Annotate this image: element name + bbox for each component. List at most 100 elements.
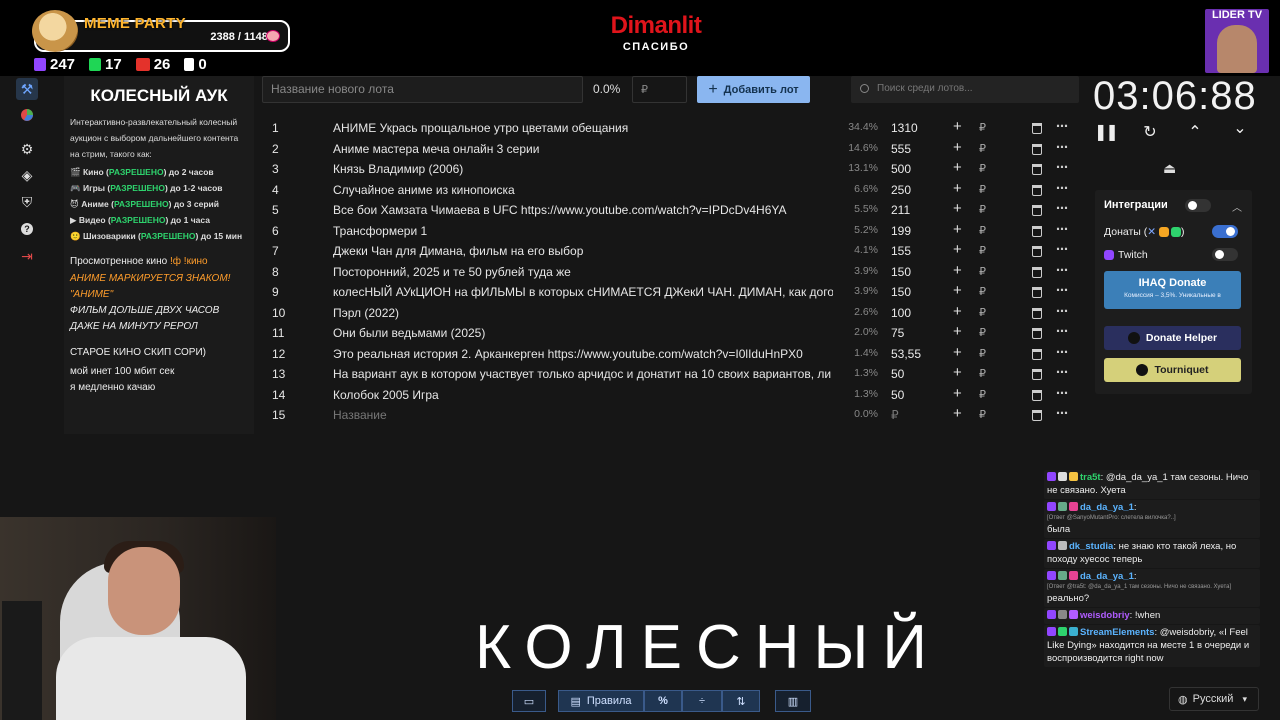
lot-row[interactable]: 8#3Посторонний, 2025 и те 50 рублей туда…	[262, 262, 1082, 283]
collapse-icon[interactable]: ⏏	[1163, 160, 1176, 177]
shield-icon[interactable]: ⛨	[16, 191, 38, 213]
ruble-icon[interactable]: ₽	[979, 326, 986, 339]
pause-icon[interactable]: ❚❚	[1094, 122, 1119, 142]
sort-button[interactable]: ⇅	[722, 690, 760, 712]
lot-name[interactable]: Случайное аниме из кинопоиска	[333, 183, 833, 197]
twitch-toggle[interactable]	[1212, 248, 1238, 261]
lot-amount[interactable]: 155	[891, 244, 911, 258]
archive-button[interactable]: ▭	[512, 690, 546, 712]
lot-amount[interactable]: ₽	[891, 408, 899, 422]
chevron-up-icon[interactable]: ⌃	[1184, 122, 1206, 142]
ihaq-donate-button[interactable]: IHAQ Donate Комиссия – 3,5%. Уникальные …	[1104, 271, 1241, 309]
more-icon[interactable]: ⋯	[1056, 324, 1069, 338]
language-select[interactable]: ◍ Русский ▾	[1169, 687, 1259, 711]
add-amount-icon[interactable]: +	[953, 344, 962, 361]
add-amount-icon[interactable]: +	[953, 241, 962, 258]
ruble-icon[interactable]: ₽	[979, 306, 986, 319]
layers-icon[interactable]: ◈	[16, 164, 38, 186]
lot-amount[interactable]: 500	[891, 162, 911, 176]
lot-amount[interactable]: 250	[891, 183, 911, 197]
logout-icon[interactable]: ⇥	[16, 245, 38, 267]
lot-row[interactable]: 4#12 Случайное аниме из кинопоиска6.6%25…	[262, 180, 1082, 201]
lot-amount[interactable]: 150	[891, 265, 911, 279]
lot-row[interactable]: 1#6АНИМЕ Укрась прощальное утро цветами …	[262, 118, 1082, 139]
more-icon[interactable]: ⋯	[1056, 181, 1069, 195]
ruble-icon[interactable]: ₽	[979, 203, 986, 216]
lot-amount[interactable]: 211	[891, 203, 910, 217]
more-icon[interactable]: ⋯	[1056, 386, 1069, 400]
add-amount-icon[interactable]: +	[953, 200, 962, 217]
ruble-icon[interactable]: ₽	[979, 408, 986, 421]
lot-amount[interactable]: 150	[891, 285, 911, 299]
ruble-icon[interactable]: ₽	[979, 244, 986, 257]
more-icon[interactable]: ⋯	[1056, 140, 1069, 154]
ruble-icon[interactable]: ₽	[979, 142, 986, 155]
lot-row[interactable]: 14#13 Колобок 2005 Игра1.3%50+₽⋯	[262, 385, 1082, 406]
chevron-up-icon[interactable]: ︿	[1232, 199, 1242, 214]
trash-icon[interactable]	[1032, 143, 1042, 155]
lot-row[interactable]: 12#16 Это реальная история 2. Арканкерге…	[262, 344, 1082, 365]
donate-helper-button[interactable]: Donate Helper	[1104, 326, 1241, 350]
add-amount-icon[interactable]: +	[953, 139, 962, 156]
trash-icon[interactable]	[1032, 348, 1042, 360]
add-lot-button[interactable]: + Добавить лот	[697, 76, 810, 103]
lot-row[interactable]: 10#4Пэрл (2022)2.6%100+₽⋯	[262, 303, 1082, 324]
trash-icon[interactable]	[1032, 266, 1042, 278]
percent-button[interactable]: %	[644, 690, 682, 712]
more-icon[interactable]: ⋯	[1056, 365, 1069, 379]
add-amount-icon[interactable]: +	[953, 323, 962, 340]
more-icon[interactable]: ⋯	[1056, 160, 1069, 174]
more-icon[interactable]: ⋯	[1056, 119, 1069, 133]
trash-icon[interactable]	[1032, 123, 1042, 134]
lot-name[interactable]: Они были ведьмами (2025)	[333, 326, 833, 340]
lot-amount[interactable]: 199	[891, 224, 911, 238]
trash-icon[interactable]	[1032, 164, 1042, 175]
lot-row[interactable]: 6#9Трансформери 15.2%199+₽⋯	[262, 221, 1082, 242]
add-amount-icon[interactable]: +	[953, 282, 962, 299]
ruble-icon[interactable]: ₽	[979, 121, 986, 134]
rules-button[interactable]: ▤ Правила	[558, 690, 644, 712]
integrations-toggle[interactable]	[1185, 199, 1211, 212]
ruble-icon[interactable]: ₽	[979, 183, 986, 196]
wheel-icon[interactable]	[16, 104, 38, 126]
ruble-icon[interactable]: ₽	[979, 388, 986, 401]
lot-name[interactable]: Название	[333, 408, 833, 422]
donations-toggle[interactable]	[1212, 225, 1238, 238]
more-icon[interactable]: ⋯	[1056, 304, 1069, 318]
lot-amount[interactable]: 53,55	[891, 347, 921, 361]
lot-name[interactable]: На вариант аук в котором участвует тольк…	[333, 367, 833, 381]
more-icon[interactable]: ⋯	[1056, 242, 1069, 256]
chevron-down-icon[interactable]: ⌄	[1229, 118, 1251, 138]
clear-button[interactable]: ▥	[775, 690, 811, 712]
trash-icon[interactable]	[1032, 307, 1042, 319]
tourniquet-button[interactable]: Tourniquet	[1104, 358, 1241, 382]
add-amount-icon[interactable]: +	[953, 303, 962, 320]
trash-icon[interactable]	[1032, 246, 1042, 257]
lot-amount[interactable]: 50	[891, 367, 904, 381]
lot-name[interactable]: Пэрл (2022)	[333, 306, 833, 320]
lot-name[interactable]: Князь Владимир (2006)	[333, 162, 833, 176]
lot-amount[interactable]: 75	[891, 326, 904, 340]
auction-icon[interactable]: ⚒	[16, 78, 38, 100]
trash-icon[interactable]	[1032, 389, 1042, 401]
lot-row[interactable]: 15#2Название0.0%₽+₽⋯	[262, 405, 1082, 426]
add-amount-icon[interactable]: +	[953, 364, 962, 381]
add-amount-icon[interactable]: +	[953, 385, 962, 402]
lot-amount[interactable]: 50	[891, 388, 904, 402]
lot-row[interactable]: 13#10 На вариант аук в котором участвует…	[262, 364, 1082, 385]
lot-row[interactable]: 2#8Аниме мастера меча онлайн 3 серии14.6…	[262, 139, 1082, 160]
add-amount-icon[interactable]: +	[953, 221, 962, 238]
more-icon[interactable]: ⋯	[1056, 406, 1069, 420]
more-icon[interactable]: ⋯	[1056, 222, 1069, 236]
trash-icon[interactable]	[1032, 287, 1042, 298]
lot-name[interactable]: Все бои Хамзата Чимаева в UFC https://ww…	[333, 203, 833, 217]
lot-row[interactable]: 3#11Князь Владимир (2006)13.1%500+₽⋯	[262, 159, 1082, 180]
trash-icon[interactable]	[1032, 328, 1042, 339]
trash-icon[interactable]	[1032, 369, 1042, 380]
new-lot-amount-input[interactable]: ₽	[632, 76, 687, 103]
lot-search-input[interactable]: Поиск среди лотов...	[851, 76, 1079, 103]
lot-name[interactable]: Аниме мастера меча онлайн 3 серии	[333, 142, 833, 156]
lot-name[interactable]: Трансформери 1	[333, 224, 833, 238]
lot-name[interactable]: Колобок 2005 Игра	[333, 388, 833, 402]
lot-row[interactable]: 9#15колесНЫЙ АУкЦИОН на фИЛЬМЫ в которых…	[262, 282, 1082, 303]
